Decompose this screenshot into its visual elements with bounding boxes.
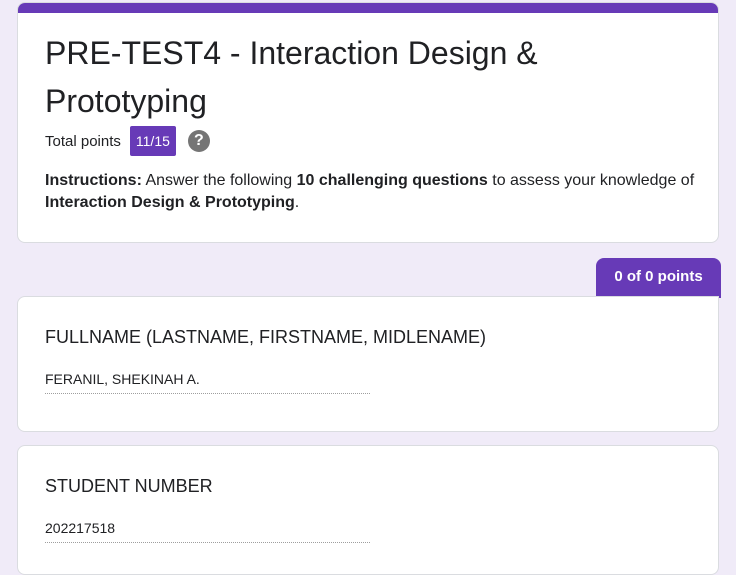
total-points-row: Total points 11/15 ?	[45, 126, 210, 156]
question-title: STUDENT NUMBER	[45, 476, 213, 496]
accent-bar	[18, 3, 718, 13]
instructions-lead: Instructions:	[45, 172, 142, 189]
section-score-tab: 0 of 0 points	[596, 258, 721, 298]
score-badge: 11/15	[129, 126, 176, 156]
help-circle-icon[interactable]: ?	[187, 130, 210, 152]
instructions-text: Instructions: Answer the following 10 ch…	[45, 170, 695, 214]
answer-field: FERANIL, SHEKINAH A.	[45, 371, 370, 394]
question-card-fullname: FULLNAME (LASTNAME, FIRSTNAME, MIDLENAME…	[17, 296, 719, 432]
question-title: FULLNAME (LASTNAME, FIRSTNAME, MIDLENAME…	[45, 327, 487, 347]
form-header-card: PRE-TEST4 - Interaction Design & Prototy…	[17, 2, 719, 243]
instructions-part1: Answer the following	[141, 172, 297, 189]
question-card-student-number: STUDENT NUMBER 202217518	[17, 445, 719, 575]
instructions-emphasis-topic: Interaction Design & Prototyping	[45, 194, 295, 211]
form-title: PRE-TEST4 - Interaction Design & Prototy…	[45, 35, 538, 119]
answer-field: 202217518	[45, 520, 370, 543]
instructions-part3: .	[294, 194, 300, 211]
instructions-part2: to assess your knowledge of	[487, 172, 695, 189]
instructions-emphasis-count: 10 challenging questions	[296, 172, 488, 189]
total-points-label: Total points	[45, 132, 121, 150]
